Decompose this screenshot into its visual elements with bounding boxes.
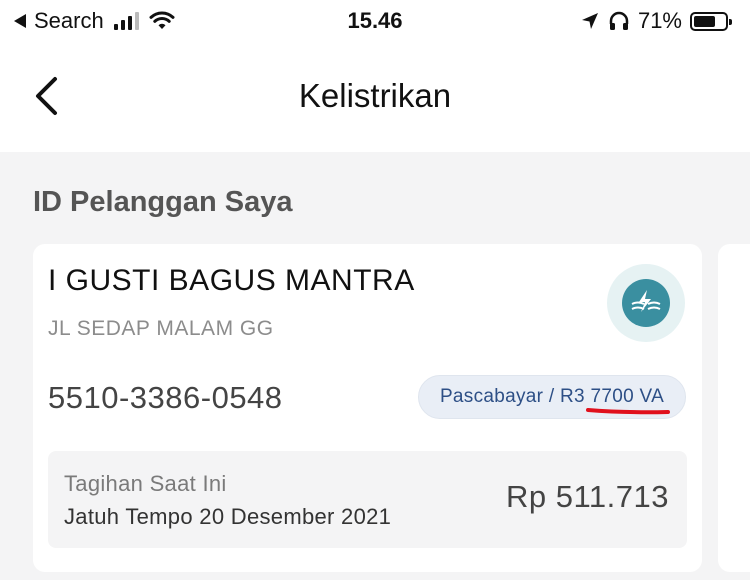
page-title: Kelistrikan	[298, 77, 452, 114]
battery-percent: 71%	[637, 8, 682, 33]
red-underline-annotation	[586, 408, 670, 415]
lightning-icon	[622, 279, 670, 327]
status-right: 71%	[580, 6, 732, 36]
bill-summary[interactable]: Tagihan Saat Ini Jatuh Tempo 20 Desember…	[48, 451, 687, 548]
section-title: ID Pelanggan Saya	[33, 186, 293, 218]
location-arrow-icon	[581, 13, 598, 29]
bill-amount: Rp 511.713	[506, 479, 669, 514]
customer-name: I GUSTI BAGUS MANTRA	[48, 264, 415, 297]
screen: Search 15.46 71% Kelistrikan ID Pelangga…	[0, 0, 750, 580]
tariff-label: Pascabayar / R3 7700 VA	[439, 386, 665, 407]
next-card-peek[interactable]	[718, 244, 750, 572]
bill-label: Tagihan Saat Ini	[64, 471, 227, 496]
pln-logo	[607, 264, 685, 342]
bill-due-date: Jatuh Tempo 20 Desember 2021	[64, 504, 392, 529]
headphones-icon	[609, 11, 629, 30]
customer-id: 5510-3386-0548	[48, 380, 283, 415]
battery-icon	[690, 11, 732, 31]
top-bar: Search 15.46 71% Kelistrikan	[0, 0, 750, 152]
customer-card[interactable]: I GUSTI BAGUS MANTRA JL SEDAP MALAM GG 5…	[33, 244, 702, 572]
customer-address: JL SEDAP MALAM GG	[48, 317, 274, 340]
